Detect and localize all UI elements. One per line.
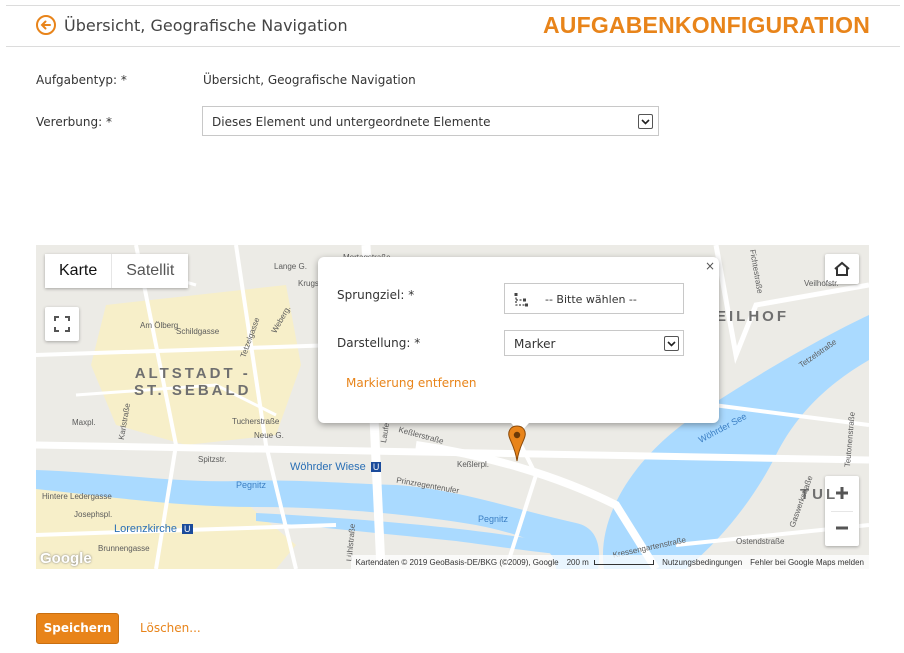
map-type-satellit[interactable]: Satellit — [112, 254, 188, 288]
district-altstadt: ALTSTADT - ST. SEBALD — [134, 365, 252, 399]
street-label: Keßlerpl. — [457, 460, 490, 469]
minus-icon — [836, 526, 848, 530]
district-line-2: ST. SEBALD — [134, 382, 252, 399]
display-label: Darstellung: * — [337, 336, 421, 350]
scale-line — [594, 559, 655, 565]
arrow-left-icon — [40, 20, 51, 30]
street-label: Schildgasse — [176, 327, 220, 336]
google-logo: Google — [40, 550, 92, 567]
remove-marker-link[interactable]: Markierung entfernen — [346, 376, 477, 390]
inheritance-select-value: Dieses Element und untergeordnete Elemen… — [212, 115, 491, 129]
task-type-value: Übersicht, Geografische Navigation — [203, 73, 416, 87]
target-select-value: -- Bitte wählen -- — [545, 293, 637, 306]
report-error-link[interactable]: Fehler bei Google Maps melden — [750, 558, 864, 567]
fullscreen-button[interactable] — [45, 307, 79, 341]
section-title: AUFGABENKONFIGURATION — [542, 12, 870, 38]
street-label: Neue G. — [254, 431, 284, 440]
street-label: Hintere Ledergasse — [42, 492, 112, 501]
map-type-karte[interactable]: Karte — [45, 254, 113, 288]
fullscreen-icon — [54, 316, 70, 332]
street-label: Am Ölberg — [140, 321, 179, 330]
river-label: Pegnitz — [478, 514, 509, 524]
tree-structure-icon — [514, 293, 528, 307]
street-label: Brunnengasse — [98, 544, 150, 553]
river-label: Pegnitz — [236, 480, 267, 490]
ubahn-icon: U — [370, 462, 382, 472]
display-select[interactable]: Marker — [504, 330, 684, 356]
delete-link[interactable]: Löschen... — [140, 621, 201, 635]
map-type-control: Karte Satellit — [45, 254, 189, 288]
marker-popup: × Sprungziel: * -- Bitte wählen -- Darst… — [318, 257, 719, 423]
target-label: Sprungziel: * — [337, 288, 415, 302]
street-label: Maxpl. — [72, 418, 96, 427]
street-label: Spitzstr. — [198, 455, 227, 464]
street-label: Lange G. — [274, 262, 307, 271]
district-line-1: ALTSTADT - — [134, 365, 251, 382]
street-label: Ostendstraße — [736, 537, 785, 546]
save-button[interactable]: Speichern — [36, 613, 119, 644]
target-select[interactable]: -- Bitte wählen -- — [504, 283, 684, 314]
back-arrow-icon[interactable] — [36, 15, 56, 35]
ubahn-icon: U — [182, 524, 193, 534]
page-header: Übersicht, Geografische Navigation AUFGA… — [6, 6, 900, 47]
terms-link[interactable]: Nutzungsbedingungen — [662, 558, 742, 567]
task-type-label: Aufgabentyp: * — [36, 73, 127, 87]
street-label: Veilhofstr. — [804, 279, 839, 288]
attribution-data: Kartendaten © 2019 GeoBasis-DE/BKG (©200… — [355, 557, 559, 567]
chevron-down-icon[interactable] — [664, 336, 679, 351]
zoom-out-button[interactable] — [825, 511, 859, 546]
map-attribution: Kartendaten © 2019 GeoBasis-DE/BKG (©200… — [350, 555, 869, 569]
map-view[interactable]: Karte Satellit ALTSTADT - ST. SEBALD EIL… — [36, 245, 869, 569]
map-marker-icon[interactable] — [506, 425, 528, 463]
page-title: Übersicht, Geografische Navigation — [64, 16, 348, 35]
poi-lorenzkirche: Lorenzkirche U — [114, 523, 193, 535]
poi-woehrder-wiese: Wöhrder Wiese U — [290, 461, 382, 473]
street-label: Tucherstraße — [232, 417, 280, 426]
close-icon[interactable]: × — [705, 259, 715, 273]
display-select-value: Marker — [514, 337, 556, 351]
inheritance-select[interactable]: Dieses Element und untergeordnete Elemen… — [202, 106, 659, 136]
chevron-down-icon[interactable] — [638, 114, 653, 129]
district-veilhof: EILHOF — [716, 308, 789, 325]
inheritance-label: Vererbung: * — [36, 115, 112, 129]
street-label: Josephspl. — [74, 510, 113, 519]
scale-bar[interactable]: 200 m — [567, 558, 655, 567]
